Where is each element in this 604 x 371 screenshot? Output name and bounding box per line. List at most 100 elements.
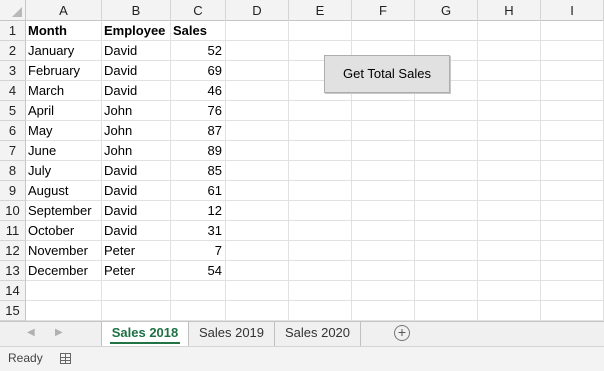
tab-sales-2018[interactable]: Sales 2018 — [101, 322, 189, 346]
cell-D8[interactable] — [226, 161, 289, 181]
column-header[interactable]: F — [352, 0, 415, 21]
cell-D12[interactable] — [226, 241, 289, 261]
column-header[interactable]: I — [541, 0, 604, 21]
cell-E6[interactable] — [289, 121, 352, 141]
cell-I6[interactable] — [541, 121, 604, 141]
cell-A2[interactable]: January — [26, 41, 102, 61]
cell-I1[interactable] — [541, 21, 604, 41]
cell-B13[interactable]: Peter — [102, 261, 171, 281]
cell-I14[interactable] — [541, 281, 604, 301]
row-header[interactable]: 10 — [0, 201, 26, 221]
cell-G11[interactable] — [415, 221, 478, 241]
cell-B10[interactable]: David — [102, 201, 171, 221]
cell-G15[interactable] — [415, 301, 478, 321]
cell-I2[interactable] — [541, 41, 604, 61]
cell-C3[interactable]: 69 — [171, 61, 226, 81]
cell-E8[interactable] — [289, 161, 352, 181]
cell-A3[interactable]: February — [26, 61, 102, 81]
cell-D9[interactable] — [226, 181, 289, 201]
cell-E11[interactable] — [289, 221, 352, 241]
cell-C1[interactable]: Sales — [171, 21, 226, 41]
cell-H1[interactable] — [478, 21, 541, 41]
cell-G6[interactable] — [415, 121, 478, 141]
cell-I9[interactable] — [541, 181, 604, 201]
select-all-button[interactable] — [0, 0, 26, 21]
cell-C10[interactable]: 12 — [171, 201, 226, 221]
row-header[interactable]: 1 — [0, 21, 26, 41]
cell-I13[interactable] — [541, 261, 604, 281]
column-header[interactable]: H — [478, 0, 541, 21]
scroll-tabs-right-icon[interactable]: ▶ — [55, 327, 63, 338]
row-header[interactable]: 5 — [0, 101, 26, 121]
cell-C9[interactable]: 61 — [171, 181, 226, 201]
cell-B7[interactable]: John — [102, 141, 171, 161]
cell-A11[interactable]: October — [26, 221, 102, 241]
cell-B15[interactable] — [102, 301, 171, 321]
cell-H8[interactable] — [478, 161, 541, 181]
cell-B14[interactable] — [102, 281, 171, 301]
cell-F7[interactable] — [352, 141, 415, 161]
cell-B8[interactable]: David — [102, 161, 171, 181]
cell-A12[interactable]: November — [26, 241, 102, 261]
cell-E1[interactable] — [289, 21, 352, 41]
cell-F8[interactable] — [352, 161, 415, 181]
cell-F6[interactable] — [352, 121, 415, 141]
cell-G1[interactable] — [415, 21, 478, 41]
cell-H9[interactable] — [478, 181, 541, 201]
scroll-tabs-left-icon[interactable]: ◀ — [27, 327, 35, 338]
cell-B1[interactable]: Employee — [102, 21, 171, 41]
cell-C14[interactable] — [171, 281, 226, 301]
cell-C15[interactable] — [171, 301, 226, 321]
cell-D13[interactable] — [226, 261, 289, 281]
cell-I7[interactable] — [541, 141, 604, 161]
cell-B5[interactable]: John — [102, 101, 171, 121]
cell-B9[interactable]: David — [102, 181, 171, 201]
get-total-sales-button[interactable]: Get Total Sales — [324, 55, 450, 93]
cell-G10[interactable] — [415, 201, 478, 221]
tab-sales-2019[interactable]: Sales 2019 — [189, 322, 275, 346]
cell-B3[interactable]: David — [102, 61, 171, 81]
cell-E12[interactable] — [289, 241, 352, 261]
cell-A6[interactable]: May — [26, 121, 102, 141]
cell-H11[interactable] — [478, 221, 541, 241]
cell-I3[interactable] — [541, 61, 604, 81]
row-header[interactable]: 8 — [0, 161, 26, 181]
cell-F10[interactable] — [352, 201, 415, 221]
cell-I11[interactable] — [541, 221, 604, 241]
cell-F15[interactable] — [352, 301, 415, 321]
row-header[interactable]: 7 — [0, 141, 26, 161]
cell-G5[interactable] — [415, 101, 478, 121]
cell-E13[interactable] — [289, 261, 352, 281]
cell-E10[interactable] — [289, 201, 352, 221]
cell-D1[interactable] — [226, 21, 289, 41]
cell-A13[interactable]: December — [26, 261, 102, 281]
cell-D11[interactable] — [226, 221, 289, 241]
cell-H12[interactable] — [478, 241, 541, 261]
cell-C8[interactable]: 85 — [171, 161, 226, 181]
cell-H3[interactable] — [478, 61, 541, 81]
add-sheet-icon[interactable]: + — [394, 325, 410, 341]
cell-B4[interactable]: David — [102, 81, 171, 101]
cell-I10[interactable] — [541, 201, 604, 221]
cell-D3[interactable] — [226, 61, 289, 81]
cell-F11[interactable] — [352, 221, 415, 241]
cell-A4[interactable]: March — [26, 81, 102, 101]
cell-I12[interactable] — [541, 241, 604, 261]
cell-D15[interactable] — [226, 301, 289, 321]
cell-D10[interactable] — [226, 201, 289, 221]
row-header[interactable]: 13 — [0, 261, 26, 281]
column-header[interactable]: D — [226, 0, 289, 21]
cell-G8[interactable] — [415, 161, 478, 181]
cell-H14[interactable] — [478, 281, 541, 301]
cell-I8[interactable] — [541, 161, 604, 181]
sheet-view-icon[interactable] — [60, 353, 71, 364]
cell-D4[interactable] — [226, 81, 289, 101]
cell-A7[interactable]: June — [26, 141, 102, 161]
cell-F13[interactable] — [352, 261, 415, 281]
cell-D6[interactable] — [226, 121, 289, 141]
cell-I5[interactable] — [541, 101, 604, 121]
cell-I4[interactable] — [541, 81, 604, 101]
row-header[interactable]: 11 — [0, 221, 26, 241]
cell-C13[interactable]: 54 — [171, 261, 226, 281]
cell-E9[interactable] — [289, 181, 352, 201]
